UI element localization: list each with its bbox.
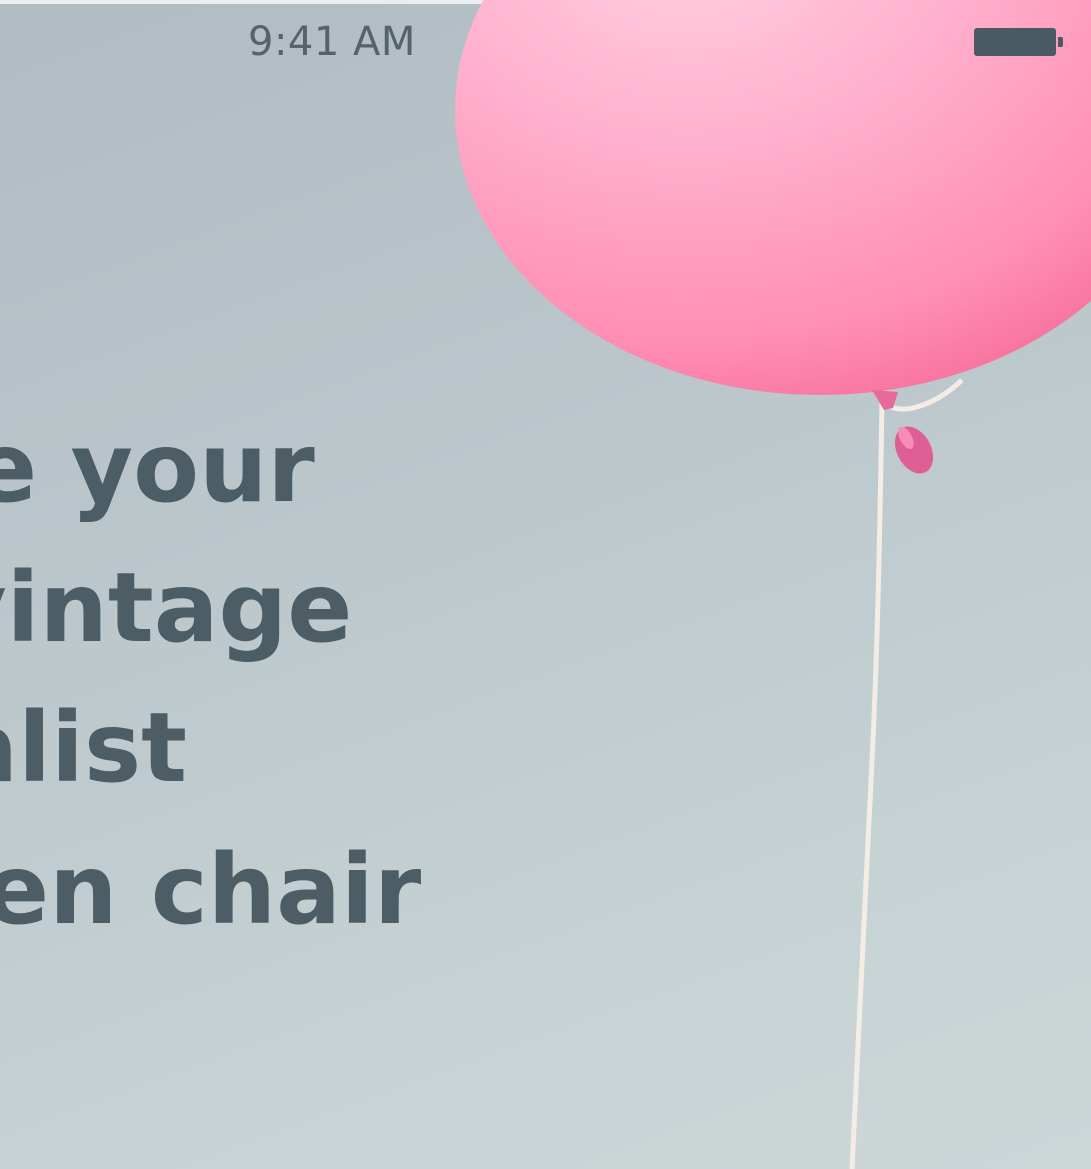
balloon-string <box>849 401 885 1169</box>
knot-tail <box>894 426 934 474</box>
status-bar-time: 9:41 AM <box>248 19 416 65</box>
headline-line: vintage <box>0 552 353 664</box>
onboarding-screen: 9:41 AM e your vintage nalist en chair <box>0 0 1091 1169</box>
battery-icon <box>974 28 1064 56</box>
headline-line: en chair <box>0 834 422 946</box>
battery-tip <box>1058 37 1063 47</box>
balloon-shape <box>455 0 1091 395</box>
headline-line: nalist <box>0 692 187 804</box>
battery-body <box>974 28 1056 56</box>
headline-line: e your <box>0 412 315 524</box>
